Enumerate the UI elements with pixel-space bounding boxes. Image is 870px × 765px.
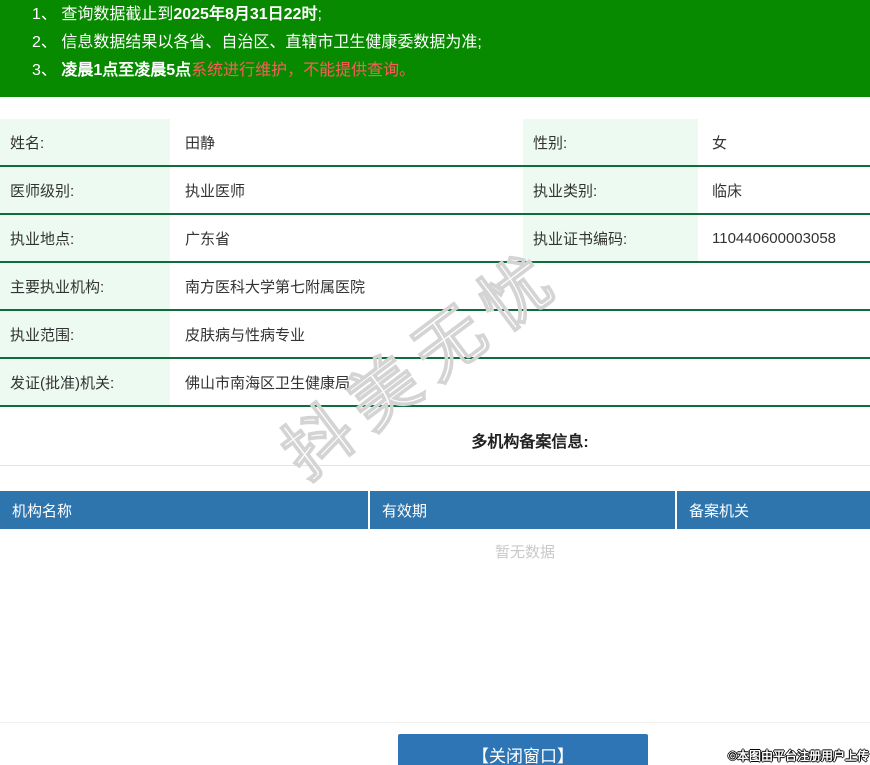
table-row: 医师级别: 执业医师 执业类别: 临床 <box>0 167 870 215</box>
footer-divider <box>0 722 870 723</box>
empty-data-text: 暂无数据 <box>494 544 555 561</box>
field-practice-location-label: 执业地点: <box>0 215 170 261</box>
notice-text: 2、 信息数据结果以各省、自治区、直辖市卫生健康委数据为准; <box>32 34 482 51</box>
registry-table-header: 机构名称 有效期 备案机关 <box>0 491 870 529</box>
field-main-institution-label: 主要执业机构: <box>0 263 170 309</box>
notice-line-1: 1、 查询数据截止到2025年8月31日22时; <box>32 1 870 29</box>
notice-text: ; <box>317 6 322 23</box>
col-institution-name: 机构名称 <box>0 491 370 529</box>
field-gender-value: 女 <box>712 134 728 152</box>
field-practice-category-label: 执业类别: <box>523 167 698 213</box>
col-validity-period: 有效期 <box>370 491 677 529</box>
credit-watermark: ©本图由平台注册用户上传 <box>728 749 869 763</box>
notice-text: 1、 查询数据截止到 <box>32 6 174 23</box>
field-name-label: 姓名: <box>0 119 170 165</box>
notice-text-bold: 凌晨1点至凌晨5点 <box>61 62 192 79</box>
table-row: 执业地点: 广东省 执业证书编码: 110440600003058 <box>0 215 870 263</box>
notice-banner: 1、 查询数据截止到2025年8月31日22时; 2、 信息数据结果以各省、自治… <box>0 0 870 97</box>
table-row: 主要执业机构: 南方医科大学第七附属医院 <box>0 263 870 311</box>
field-issuing-authority-value: 佛山市南海区卫生健康局 <box>185 374 351 392</box>
close-window-button[interactable]: 【关闭窗口】 <box>398 734 648 765</box>
notice-text: 3、 <box>32 62 62 79</box>
field-main-institution-value: 南方医科大学第七附属医院 <box>185 278 366 296</box>
field-certificate-number-label: 执业证书编码: <box>523 215 698 261</box>
table-row: 发证(批准)机关: 佛山市南海区卫生健康局 <box>0 359 870 407</box>
field-certificate-number-value: 110440600003058 <box>712 229 837 247</box>
table-row: 姓名: 田静 性别: 女 <box>0 119 870 167</box>
field-issuing-authority-label: 发证(批准)机关: <box>0 359 170 405</box>
notice-text-warning: 系统进行维护，不能提供查询。 <box>191 62 416 79</box>
section-divider <box>0 465 870 466</box>
doctor-info-table: 姓名: 田静 性别: 女 医师级别: 执业医师 执业类别: 临床 执业地点: 广… <box>0 119 870 407</box>
field-practice-scope-label: 执业范围: <box>0 311 170 357</box>
section-title-multi-institution: 多机构备案信息: <box>471 434 589 451</box>
notice-line-3: 3、 凌晨1点至凌晨5点系统进行维护，不能提供查询。 <box>32 57 870 85</box>
col-filing-authority: 备案机关 <box>689 502 750 520</box>
field-doctor-level-value: 执业医师 <box>185 182 246 200</box>
table-row: 执业范围: 皮肤病与性病专业 <box>0 311 870 359</box>
field-practice-scope-value: 皮肤病与性病专业 <box>185 326 306 344</box>
notice-text-bold: 2025年8月31日22时 <box>173 6 318 23</box>
field-practice-location-value: 广东省 <box>185 230 231 248</box>
notice-line-2: 2、 信息数据结果以各省、自治区、直辖市卫生健康委数据为准; <box>32 29 870 57</box>
field-doctor-level-label: 医师级别: <box>0 167 170 213</box>
query-result-page: 1、 查询数据截止到2025年8月31日22时; 2、 信息数据结果以各省、自治… <box>0 0 870 765</box>
field-name-value: 田静 <box>185 134 216 152</box>
field-practice-category-value: 临床 <box>712 182 743 200</box>
field-gender-label: 性别: <box>523 119 698 165</box>
